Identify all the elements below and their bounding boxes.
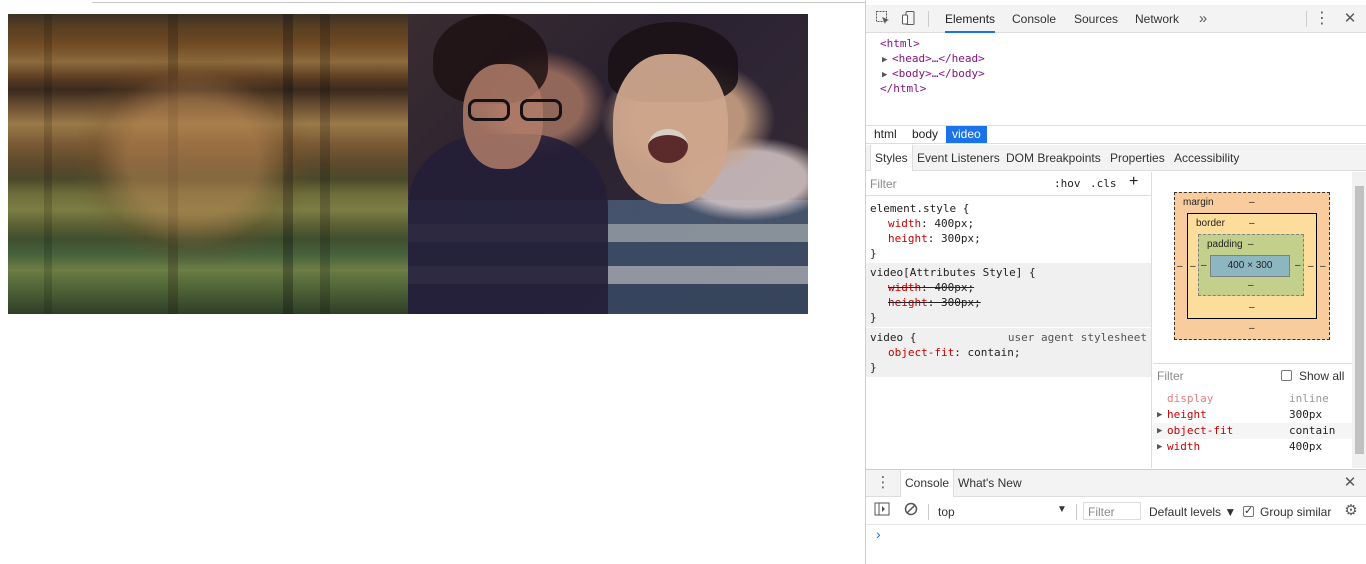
clear-console-icon[interactable] [902,502,920,520]
close-icon[interactable]: ✕ [1341,10,1359,28]
dom-node-html-open[interactable]: <html> [880,36,920,51]
drawer-tab-console[interactable]: Console [900,470,955,497]
rule-origin: user agent stylesheet [1007,331,1147,344]
show-all-checkbox[interactable] [1281,370,1292,381]
style-declaration-overridden[interactable]: width: 400px; [870,280,1147,295]
tab-accessibility[interactable]: Accessibility [1174,145,1239,171]
breadcrumb-video[interactable]: video [946,126,987,143]
tab-event-listeners[interactable]: Event Listeners [917,145,1000,171]
drawer-menu-icon[interactable]: ⋮ [874,474,892,492]
style-declaration[interactable]: width: 400px; [870,216,1147,231]
console-prompt[interactable]: › [876,526,881,542]
context-dropdown-icon[interactable]: ▼ [1057,504,1067,515]
gear-icon[interactable]: ⚙ [1342,502,1360,520]
box-model-content[interactable]: 400 × 300 [1210,255,1290,277]
hov-toggle[interactable]: :hov [1054,177,1081,190]
computed-row[interactable]: ▶ width 400px [1153,439,1352,455]
style-rule-attributes: video[Attributes Style] { width: 400px; … [866,263,1151,327]
tab-properties[interactable]: Properties [1110,145,1165,171]
tab-console[interactable]: Console [1012,5,1056,33]
tab-styles[interactable]: Styles [870,145,913,171]
show-all-label: Show all [1299,369,1345,383]
scrollbar-thumb[interactable] [1355,186,1364,454]
drawer-close-icon[interactable]: ✕ [1341,474,1359,492]
computed-pane: Filter Show all display inline ▶ height … [1153,363,1352,468]
dom-node-html-close[interactable]: </html> [880,81,926,96]
device-toolbar-icon[interactable] [900,10,918,28]
computed-filter-input[interactable]: Filter [1157,369,1184,383]
box-model-padding[interactable]: padding – – – – 400 × 300 [1198,234,1304,296]
expand-triangle-icon[interactable]: ▶ [1157,423,1167,439]
computed-row[interactable]: display inline [1153,391,1352,407]
devtools-panel: Elements Console Sources Network » ⋮ ✕ <… [865,0,1366,564]
computed-row[interactable]: ▶ object-fit contain [1153,423,1352,439]
styles-filter-row: Filter :hov .cls + [866,172,1152,196]
context-selector[interactable]: top [938,505,955,519]
tab-elements[interactable]: Elements [945,5,996,33]
video-local[interactable] [408,14,808,314]
console-drawer: ⋮ Console What's New ✕ top ▼ Filter Defa… [866,469,1366,564]
devtools-toolbar: Elements Console Sources Network » ⋮ ✕ [866,5,1366,33]
box-model-margin[interactable]: margin – – – – border – – – – padding – … [1174,192,1330,340]
expand-triangle-icon[interactable]: ▶ [1157,407,1167,423]
tab-dom-breakpoints[interactable]: DOM Breakpoints [1006,145,1101,171]
style-declaration[interactable]: object-fit: contain; [870,345,1147,360]
box-model-border[interactable]: border – – – – padding – – – – 400 × 300 [1187,213,1317,319]
tab-network[interactable]: Network [1135,5,1179,33]
styles-pane: Filter :hov .cls + element.style { width… [866,172,1152,468]
style-declaration-overridden[interactable]: height: 300px; [870,295,1147,310]
styles-filter-input[interactable]: Filter [870,177,897,191]
style-rule-element: element.style { width: 400px; height: 30… [866,199,1151,263]
log-levels-dropdown[interactable]: Default levels ▼ [1149,505,1236,519]
inspect-element-icon[interactable] [874,10,892,28]
new-style-rule-button[interactable]: + [1129,173,1138,191]
drawer-tabs: ⋮ Console What's New ✕ [866,470,1366,497]
console-filter-input[interactable]: Filter [1083,502,1141,520]
tab-sources[interactable]: Sources [1074,5,1118,33]
kebab-menu-icon[interactable]: ⋮ [1313,10,1331,28]
computed-row[interactable]: ▶ height 300px [1153,407,1352,423]
styles-scrollbar[interactable] [1352,172,1366,468]
video-remote-pixelated[interactable] [8,14,408,314]
drawer-tab-whats-new[interactable]: What's New [958,470,1022,497]
breadcrumb-html[interactable]: html [868,126,903,143]
console-sidebar-icon[interactable] [873,502,891,520]
elements-subtabs: Styles Event Listeners DOM Breakpoints P… [866,145,1366,171]
breadcrumb-body[interactable]: body [906,126,944,143]
dom-tree: <html> ▶ <head>…</head> ▶ <body>…</body> <… [866,34,1366,124]
breadcrumb: html body video [866,125,1366,144]
chevron-double-right-icon[interactable]: » [1194,10,1212,28]
group-similar-label: Group similar [1260,505,1332,519]
console-toolbar: top ▼ Filter Default levels ▼ Group simi… [866,498,1366,525]
video-frame-content [78,54,308,264]
page-viewport [0,0,1267,564]
box-model-diagram: margin – – – – border – – – – padding – … [1153,172,1353,372]
cls-toggle[interactable]: .cls [1090,177,1117,190]
group-similar-checkbox[interactable] [1243,504,1254,517]
style-declaration[interactable]: height: 300px; [870,231,1147,246]
expand-triangle-icon[interactable]: ▶ [1157,439,1167,455]
style-rule-user-agent: video {user agent stylesheet object-fit:… [866,328,1151,377]
